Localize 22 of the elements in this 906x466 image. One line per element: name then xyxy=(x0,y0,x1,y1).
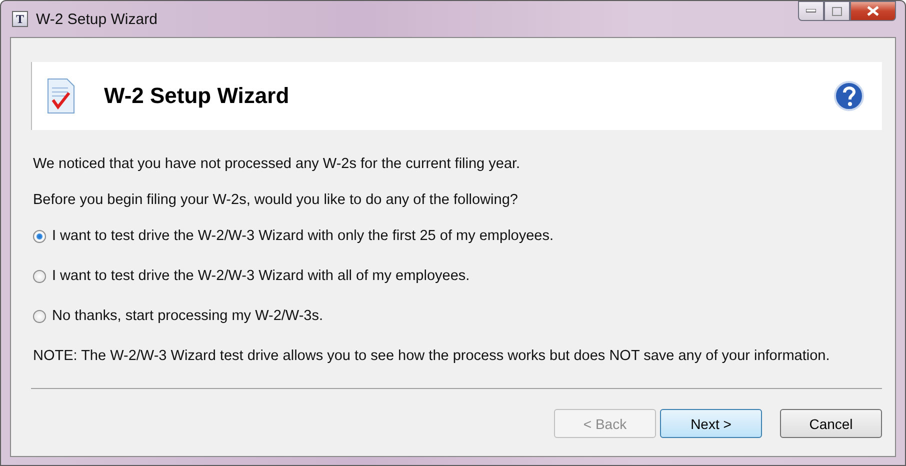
maximize-icon xyxy=(832,6,842,16)
radio-button[interactable] xyxy=(33,230,46,242)
note-text: NOTE: The W-2/W-3 Wizard test drive allows you to see how the process works but does NOT save any of your information. xyxy=(33,348,831,364)
wizard-button[interactable]: Next > xyxy=(660,409,762,438)
document-checkmark-icon xyxy=(46,78,76,114)
question-text: Before you begin filing your W-2s, would you like to do any of the following? xyxy=(33,192,519,208)
window-title: W-2 Setup Wizard xyxy=(36,10,158,28)
radio-option[interactable]: I want to test drive the W-2/W-3 Wizard with all of my employees. xyxy=(33,268,882,284)
app-icon: T xyxy=(12,11,28,27)
radio-option[interactable]: I want to test drive the W-2/W-3 Wizard with only the first 25 of my employees. xyxy=(33,228,882,244)
radio-option[interactable]: No thanks, start processing my W-2/W-3s. xyxy=(33,308,882,324)
radio-button[interactable] xyxy=(33,270,46,282)
close-button[interactable] xyxy=(850,1,896,21)
minimize-button[interactable] xyxy=(798,1,824,21)
header-title: W-2 Setup Wizard xyxy=(104,83,290,109)
radio-button[interactable] xyxy=(33,310,46,322)
close-icon xyxy=(867,6,879,16)
help-icon[interactable] xyxy=(834,81,864,111)
minimize-icon xyxy=(806,9,816,13)
maximize-button[interactable] xyxy=(824,1,850,21)
intro-text: We noticed that you have not processed any W-2s for the current filing year. xyxy=(33,156,522,172)
wizard-button[interactable]: Cancel xyxy=(780,409,882,438)
